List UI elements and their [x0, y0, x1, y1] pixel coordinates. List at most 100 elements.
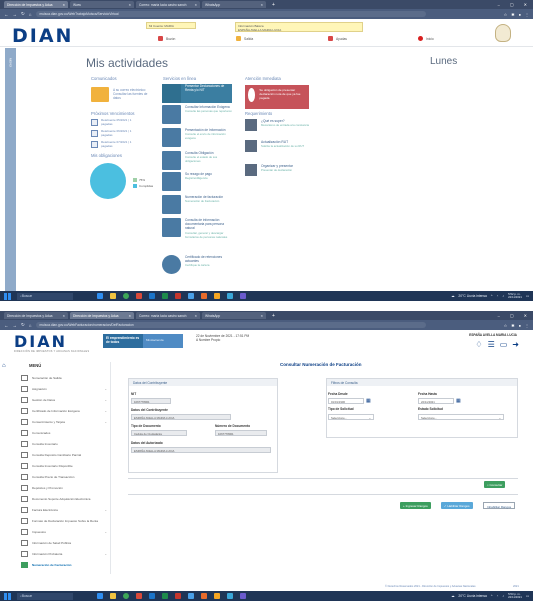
tray-chevron-icon[interactable]: ^ [491, 594, 493, 598]
logout-icon[interactable]: ➜ [512, 340, 519, 349]
header-link-salida[interactable]: Salida [236, 36, 253, 41]
service-item[interactable]: Consulta Obligación Consulte el estado de… [162, 151, 232, 170]
home-icon[interactable]: ⌂ [2, 363, 6, 369]
browser-tab[interactable]: WhatsApp ✕ [202, 1, 266, 8]
sidebar-menu-item[interactable]: Impuestos ⌄ [21, 527, 107, 536]
clock[interactable]: 5:52 p. m. 22/11/2021 [508, 292, 522, 300]
app-icon[interactable] [214, 593, 220, 599]
sidebar-menu-item[interactable]: Consentimiento y Tarjeta ⌄ [21, 417, 107, 426]
help-item[interactable]: Actualización RUT Solicite la actualizaci… [245, 140, 319, 152]
menu-dots-icon[interactable]: ⋮ [525, 323, 529, 328]
notification-icon[interactable]: ▭ [526, 294, 529, 298]
clock[interactable]: 5:53 p. m. 22/11/2021 [508, 592, 522, 600]
sidebar-menu-item[interactable]: Asignación ⌄ [21, 384, 107, 393]
taskbar-search[interactable]: ⌕ Buscar [17, 292, 73, 300]
sidebar-menu-item[interactable]: Información Probatoria ⌄ [21, 549, 107, 558]
service-item[interactable]: Consultar Información Exógena Consulte la… [162, 105, 232, 124]
close-icon[interactable]: ✕ [260, 3, 263, 7]
ingresar-rangos-button[interactable]: + Ingresar Rangos [400, 502, 431, 509]
app-icon[interactable] [201, 593, 207, 599]
notification-icon[interactable]: ▭ [526, 594, 529, 598]
volume-icon[interactable]: ♪ [502, 294, 504, 298]
inhabilitar-rangos-button[interactable]: Inhabilitar Rangos [483, 502, 516, 509]
sidebar-menu-item[interactable]: Gestión de Datos ⌄ [21, 395, 107, 404]
sidebar-menu-item[interactable]: Consulta Depósito Cambiario Parcial [21, 450, 107, 459]
sidebar-menu-item[interactable]: Información de Salud Pública [21, 538, 107, 547]
sidebar-menu-item[interactable]: Consulta Inventario [21, 439, 107, 448]
app-icon[interactable] [201, 293, 207, 299]
tray-chevron-icon[interactable]: ^ [491, 294, 493, 298]
app-icon[interactable] [214, 293, 220, 299]
profile-icon[interactable]: ● [519, 12, 521, 17]
close-icon[interactable]: ✕ [260, 314, 263, 318]
chrome-icon[interactable] [123, 293, 129, 299]
sidebar-menu-item[interactable]: Consulta Inventario Disponible [21, 461, 107, 470]
app-icon[interactable] [240, 593, 246, 599]
obligations-pie-chart[interactable] [90, 163, 126, 199]
dian-logo[interactable]: DIAN [12, 25, 73, 47]
consultar-button[interactable]: ⌕ Consultar [484, 481, 506, 488]
calendar-icon[interactable]: ▦ [366, 398, 372, 404]
file-explorer-icon[interactable] [110, 293, 116, 299]
header-link-buzon[interactable]: Buzón [158, 36, 175, 41]
header-link-ayudas[interactable]: Ayudas [328, 36, 347, 41]
url-field[interactable]: muisca.dian.gov.co/WebTrabajoMuisca/Serv… [35, 11, 426, 17]
sidebar-menu-item[interactable]: Numeración de Salida [21, 373, 107, 382]
edge-icon[interactable] [188, 293, 194, 299]
new-tab-button[interactable]: + [272, 2, 275, 8]
excel-icon[interactable] [162, 293, 168, 299]
request-type-select[interactable]: Seleccione... ⌄ [328, 414, 374, 420]
service-item[interactable]: Presentar Declaraciones de Renta y/o NIT [162, 84, 232, 103]
list-item[interactable]: Retefuente 06/2021 | 1 pagadas [91, 129, 143, 138]
help-item[interactable]: Organizar y presentar Presentar de declar… [245, 164, 319, 176]
extensions-icon[interactable]: ✱ [511, 12, 514, 17]
folder-icon[interactable]: ▭ [500, 340, 508, 349]
list-icon[interactable]: ☰ [488, 340, 495, 349]
date-to-input[interactable]: 22/11/2021 [418, 398, 454, 404]
comunicados-text[interactable]: A su correo electrónico Consultar las fu… [113, 88, 155, 101]
header-link-inicio[interactable]: Inicio [418, 36, 434, 41]
weather-label[interactable]: 20°C Lluvia intensa [458, 594, 486, 598]
alert-card[interactable]: Su obligación de presentar declaración n… [245, 85, 309, 109]
word-icon[interactable] [149, 293, 155, 299]
browser-tab[interactable]: WhatsApp ✕ [202, 312, 266, 319]
close-icon[interactable]: ✕ [194, 314, 197, 318]
close-window-icon[interactable]: ✕ [524, 313, 527, 318]
browser-tab[interactable]: Correo: maria lucia castro sanch ✕ [136, 312, 200, 319]
windows-start-icon[interactable] [4, 592, 11, 600]
sidebar-menu-item[interactable]: Factura Electrónica ⌄ [21, 505, 107, 514]
close-icon[interactable]: ✕ [62, 314, 65, 318]
menu-dots-icon[interactable]: ⋮ [525, 12, 529, 17]
network-icon[interactable]: ◔ [496, 594, 498, 598]
powerpoint-icon[interactable] [175, 593, 181, 599]
dian-logo[interactable]: DIAN [14, 332, 67, 351]
browser-tab[interactable]: Dirección de Impuestos y Adua ✕ [70, 312, 134, 319]
network-icon[interactable]: ◔ [496, 294, 498, 298]
sidebar-menu-item[interactable]: Certificado de Información Exógena ⌄ [21, 406, 107, 415]
close-icon[interactable]: ✕ [194, 3, 197, 7]
collapsed-sidebar[interactable]: MENÚ [5, 48, 16, 292]
request-status-select[interactable]: Seleccione... ⌄ [418, 414, 504, 420]
maximize-icon[interactable]: ▢ [510, 313, 514, 318]
back-icon[interactable]: ← [4, 323, 9, 328]
home-icon[interactable]: ⌂ [29, 12, 32, 17]
service-item[interactable]: Numeración de facturación Numeración de F… [162, 195, 232, 214]
app-icon[interactable] [227, 293, 233, 299]
office-icon[interactable] [136, 593, 142, 599]
forward-icon[interactable]: → [13, 12, 18, 17]
app-icon[interactable] [227, 593, 233, 599]
powerpoint-icon[interactable] [175, 293, 181, 299]
bell-icon[interactable]: ♢ [475, 340, 482, 349]
file-explorer-icon[interactable] [110, 593, 116, 599]
edge-icon[interactable] [188, 593, 194, 599]
calendar-icon[interactable]: ▦ [456, 398, 462, 404]
minimize-icon[interactable]: – [498, 2, 500, 7]
reload-icon[interactable]: ↻ [21, 322, 25, 328]
minimize-icon[interactable]: – [498, 313, 500, 318]
extensions-icon[interactable]: ✱ [511, 323, 514, 328]
sidebar-menu-item[interactable]: Consulta Precio de Transacción [21, 472, 107, 481]
url-field[interactable]: muisca.dian.gov.co/WebFacturacion/numera… [35, 322, 426, 328]
sidebar-menu-item[interactable]: Numeración de Facturación [21, 560, 107, 569]
maximize-icon[interactable]: ▢ [510, 2, 514, 7]
list-item[interactable]: Retefuente 07/2021 | 1 pagadas [91, 140, 143, 149]
